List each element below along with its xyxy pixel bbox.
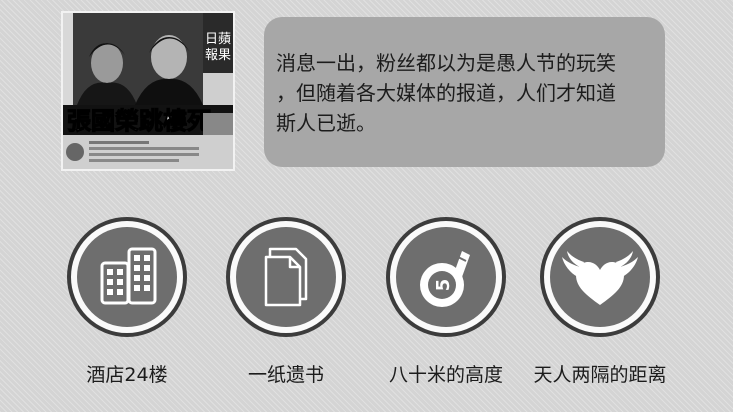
item-label: 一纸遗书 bbox=[247, 364, 325, 386]
tape-measure-icon: 5 bbox=[396, 227, 496, 327]
item-label: 八十米的高度 bbox=[388, 364, 504, 386]
masthead-line-1: 日蘋 bbox=[205, 32, 231, 47]
tape-number: 5 bbox=[433, 279, 454, 292]
headline-text: 張國榮跳樓死 bbox=[67, 107, 211, 135]
winged-heart-icon bbox=[550, 227, 650, 327]
item-label: 天人两隔的距离 bbox=[533, 364, 667, 386]
document-icon bbox=[236, 227, 336, 327]
newspaper-photo: 日蘋 報果 張國榮跳樓死 bbox=[61, 11, 235, 171]
building-icon bbox=[77, 227, 177, 327]
item-label: 酒店24楼 bbox=[86, 364, 168, 386]
masthead-line-2: 報果 bbox=[205, 48, 231, 63]
caption-text: 消息一出，粉丝都以为是愚人节的玩笑 ，但随着各大媒体的报道，人们才知道 斯人已逝… bbox=[276, 51, 616, 135]
